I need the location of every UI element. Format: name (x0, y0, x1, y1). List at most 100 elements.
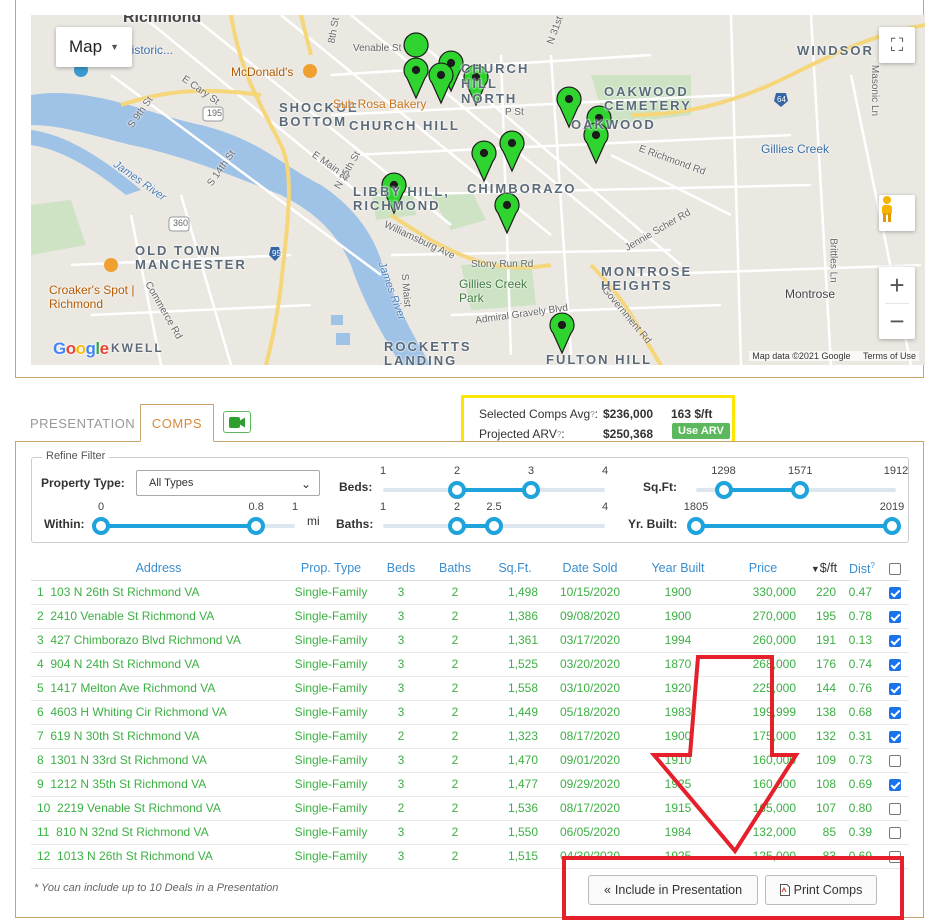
address-link[interactable]: 7 619 N 30th St Richmond VA (31, 724, 286, 749)
map-type-button[interactable]: Map ▼ (56, 27, 132, 67)
row-select-checkbox[interactable] (888, 706, 901, 719)
row-select-checkbox[interactable] (888, 634, 901, 647)
col-header-price-per-ft[interactable]: ▼$/ft (804, 557, 844, 581)
sqft-slider[interactable] (696, 481, 896, 499)
col-header-prop-type[interactable]: Prop. Type (286, 557, 376, 581)
beds-min-handle[interactable] (448, 481, 466, 499)
map-type-label: Map (69, 37, 103, 56)
row-select-checkbox[interactable] (888, 682, 901, 695)
map-label-montrose: Montrose (785, 287, 836, 301)
address-link[interactable]: 2 2410 Venable St Richmond VA (31, 604, 286, 629)
beds-cell: 2 (376, 724, 426, 749)
include-in-presentation-button[interactable]: « Include in Presentation (588, 875, 758, 905)
row-select-checkbox[interactable] (888, 778, 901, 791)
table-row[interactable]: 10 2219 Venable St Richmond VA Single-Fam… (31, 796, 909, 821)
col-header-date-sold[interactable]: Date Sold (546, 557, 634, 581)
within-slider[interactable] (92, 517, 295, 535)
map-label-sub-rosa: Sub Rosa Bakery (333, 97, 427, 111)
row-select-checkbox[interactable] (888, 850, 901, 863)
map-label-windsor: WINDSOR (797, 43, 874, 58)
address-link[interactable]: 9 1212 N 35th St Richmond VA (31, 772, 286, 797)
zoom-in-button[interactable]: + (879, 267, 915, 303)
address-link[interactable]: 6 4603 H Whiting Cir Richmond VA (31, 700, 286, 725)
within-max-handle[interactable] (247, 517, 266, 535)
year-min-handle[interactable] (687, 517, 705, 535)
row-select-checkbox[interactable] (888, 610, 901, 623)
address-link[interactable]: 11 810 N 32nd St Richmond VA (31, 820, 286, 845)
fullscreen-button[interactable]: ⛶ (879, 27, 915, 63)
select-all-checkbox[interactable] (888, 562, 901, 575)
comps-table: Address Prop. Type Beds Baths Sq.Ft. Dat… (31, 557, 909, 869)
col-header-baths[interactable]: Baths (426, 557, 484, 581)
row-select-checkbox[interactable] (888, 730, 901, 743)
within-min-handle[interactable] (92, 517, 110, 535)
price-cell: 160,000 (722, 772, 804, 797)
beds-slider[interactable] (383, 481, 605, 499)
year-max-handle[interactable] (883, 517, 901, 535)
map-label-stony-run: Stony Run Rd (471, 259, 534, 270)
address-link[interactable]: 1 103 N 26th St Richmond VA (31, 580, 286, 605)
print-comps-button[interactable]: Print Comps (765, 875, 877, 905)
map-label-gillies-creek: Gillies Creek (761, 142, 830, 156)
address-link[interactable]: 5 1417 Melton Ave Richmond VA (31, 676, 286, 701)
sqft-max-handle[interactable] (791, 481, 810, 499)
address-link[interactable]: 3 427 Chimborazo Blvd Richmond VA (31, 628, 286, 653)
video-camera-icon (229, 416, 245, 428)
address-link[interactable]: 10 2219 Venable St Richmond VA (31, 796, 286, 821)
col-header-dist[interactable]: Dist? (844, 557, 880, 581)
help-icon[interactable]: ? (871, 561, 875, 570)
table-row[interactable]: 6 4603 H Whiting Cir Richmond VA Single-F… (31, 700, 909, 725)
sqft-min-handle[interactable] (714, 481, 733, 499)
address-part: 1 (37, 585, 44, 599)
property-type-select[interactable]: All Types ⌄ (136, 470, 320, 496)
baths-min-handle[interactable] (448, 517, 466, 535)
baths-slider[interactable] (383, 517, 605, 535)
table-row[interactable]: 1 103 N 26th St Richmond VA Single-Family… (31, 580, 909, 605)
slider-tick-label: 3 (527, 465, 535, 477)
col-header-address[interactable]: Address (31, 557, 286, 581)
route-95-label: 95 (272, 249, 281, 258)
table-row[interactable]: 12 1013 N 26th St Richmond VA Single-Fami… (31, 844, 909, 869)
row-select-checkbox[interactable] (888, 658, 901, 671)
tab-video[interactable] (223, 411, 251, 433)
table-row[interactable]: 2 2410 Venable St Richmond VA Single-Fami… (31, 604, 909, 629)
address-link[interactable]: 4 904 N 24th St Richmond VA (31, 652, 286, 677)
table-row[interactable]: 7 619 N 30th St Richmond VA Single-Family… (31, 724, 909, 749)
select-all-checkbox-cell (880, 557, 909, 581)
address-link[interactable]: 8 1301 N 33rd St Richmond VA (31, 748, 286, 773)
row-select-checkbox[interactable] (888, 754, 901, 767)
col-header-beds[interactable]: Beds (376, 557, 426, 581)
table-row[interactable]: 9 1212 N 35th St Richmond VA Single-Famil… (31, 772, 909, 797)
route-64-label: 64 (777, 95, 786, 104)
use-arv-button[interactable]: Use ARV (672, 423, 730, 439)
address-part: 427 Chimborazo Blvd Richmond VA (50, 633, 241, 647)
sqft-cell: 1,323 (484, 724, 546, 749)
col-header-sqft[interactable]: Sq.Ft. (484, 557, 546, 581)
price-per-ft-cell: 144 (804, 676, 844, 701)
prop-type-cell: Single-Family (286, 820, 376, 845)
col-header-year-built[interactable]: Year Built (634, 557, 722, 581)
zoom-out-button[interactable]: − (879, 304, 915, 339)
tab-presentation[interactable]: PRESENTATION (30, 404, 135, 442)
map-canvas[interactable]: Richmond WINDSOR CHURCH HILL NORTH OAKWO… (31, 15, 925, 365)
year-built-cell: 1910 (634, 748, 722, 773)
table-row[interactable]: 8 1301 N 33rd St Richmond VA Single-Famil… (31, 748, 909, 773)
table-row[interactable]: 5 1417 Melton Ave Richmond VA Single-Fami… (31, 676, 909, 701)
terms-of-use-link[interactable]: Terms of Use (863, 351, 916, 361)
row-select-checkbox[interactable] (888, 826, 901, 839)
dist-cell: 0.74 (844, 652, 880, 677)
table-row[interactable]: 4 904 N 24th St Richmond VA Single-Family… (31, 652, 909, 677)
table-row[interactable]: 11 810 N 32nd St Richmond VA Single-Famil… (31, 820, 909, 845)
minus-icon: − (889, 306, 905, 336)
tab-comps[interactable]: COMPS (140, 404, 214, 442)
year-built-slider[interactable] (687, 517, 901, 535)
address-link[interactable]: 12 1013 N 26th St Richmond VA (31, 844, 286, 869)
map-panel: Richmond WINDSOR CHURCH HILL NORTH OAKWO… (15, 0, 925, 378)
baths-max-handle[interactable] (485, 517, 503, 535)
table-row[interactable]: 3 427 Chimborazo Blvd Richmond VA Single-… (31, 628, 909, 653)
beds-max-handle[interactable] (522, 481, 540, 499)
row-select-checkbox[interactable] (888, 802, 901, 815)
street-view-button[interactable] (879, 195, 915, 231)
col-header-price[interactable]: Price (722, 557, 804, 581)
row-select-checkbox[interactable] (888, 586, 901, 599)
